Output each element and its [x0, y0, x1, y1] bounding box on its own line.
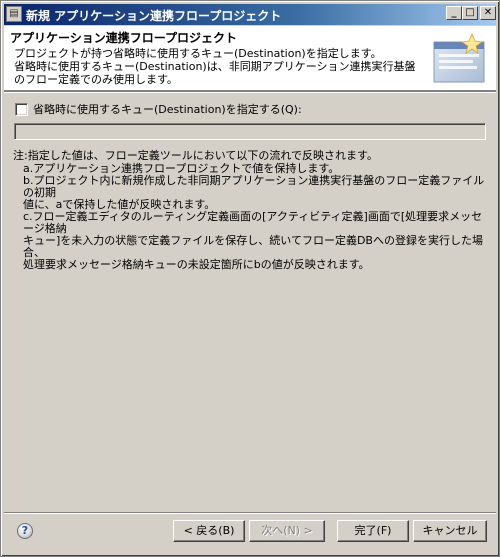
window-title: 新規 アプリケーション連携フロープロジェクト [26, 9, 282, 23]
maximize-button[interactable]: □ [462, 6, 478, 20]
page-title: アプリケーション連携フロープロジェクト [10, 31, 238, 45]
wizard-window: ▤ 新規 アプリケーション連携フロープロジェクト _ □ ✕ アプリケーション連… [0, 0, 500, 557]
window-app-icon: ▤ [6, 6, 22, 22]
footer-separator [4, 512, 496, 514]
finish-button[interactable]: 完了(F) [337, 520, 409, 542]
cancel-button[interactable]: キャンセル [413, 520, 487, 542]
page-description: プロジェクトが持つ省略時に使用するキュー(Destination)を指定します。… [14, 47, 416, 86]
help-icon[interactable]: ? [17, 523, 33, 539]
header-separator [4, 91, 496, 93]
note-heading: 注:指定した値は、フロー定義ツールにおいて以下の流れで反映されます。 [13, 149, 378, 162]
default-destination-label: 省略時に使用するキュー(Destination)を指定する(Q): [33, 103, 302, 116]
destination-input[interactable] [14, 123, 486, 140]
note-list: a.アプリケーション連携フロープロジェクトで値を保持します。 b.プロジェクト内… [23, 163, 493, 271]
title-bar: ▤ 新規 アプリケーション連携フロープロジェクト _ □ ✕ [4, 4, 496, 25]
note-item-c: c.フロー定義エディタのルーティング定義画面の[アクティビティ定義]画面で[処理… [23, 210, 483, 271]
default-destination-checkbox[interactable] [15, 102, 28, 116]
minimize-button[interactable]: _ [446, 6, 462, 20]
close-button[interactable]: ✕ [480, 6, 496, 20]
next-button[interactable]: 次へ(N) > [249, 520, 325, 542]
note-item-b: b.プロジェクト内に新規作成した非同期アプリケーション連携実行基盤のフロー定義フ… [23, 174, 485, 211]
back-button[interactable]: < 戻る(B) [173, 520, 245, 542]
default-destination-option[interactable]: 省略時に使用するキュー(Destination)を指定する(Q): [15, 101, 302, 117]
header-banner: アプリケーション連携フロープロジェクト プロジェクトが持つ省略時に使用するキュー… [4, 26, 496, 91]
wizard-banner-icon [433, 32, 485, 83]
